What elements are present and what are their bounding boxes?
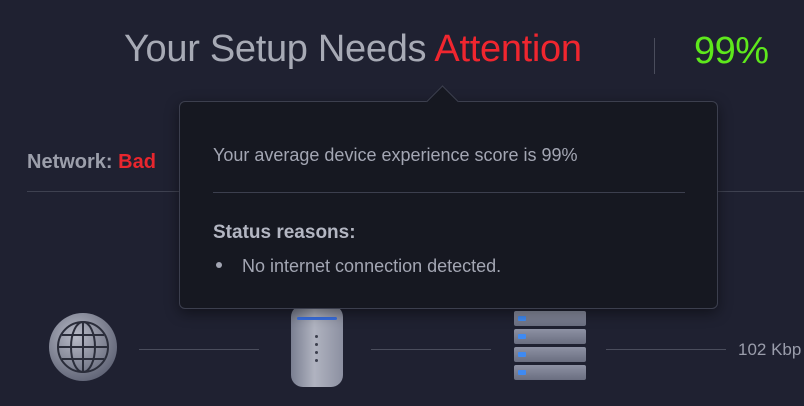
status-reason-text: No internet connection detected. [242,256,502,276]
connection-line [139,349,259,350]
tooltip-caret [426,85,459,118]
speed-label: 102 Kbp [738,340,802,359]
status-reason-item: No internet connection detected. [216,256,501,277]
router-icon[interactable] [291,305,343,387]
network-label: Network: [27,151,113,173]
network-status-value: Bad [118,151,156,173]
tooltip-score-text: Your average device experience score is … [213,145,578,165]
page-title: Your Setup Needs Attention [124,28,582,71]
status-reasons-heading: Status reasons: [213,222,356,243]
title-accent: Attention [434,28,582,70]
tooltip-divider [213,192,685,193]
server-icon[interactable] [514,311,586,383]
globe-icon[interactable] [47,311,119,383]
connection-line [606,349,726,350]
router-status-light [297,317,337,320]
experience-score[interactable]: 99% [694,30,769,73]
network-status: Network: Bad [27,151,156,174]
header-divider [654,38,655,74]
connection-line [371,349,491,350]
title-prefix: Your Setup Needs [124,28,427,70]
bullet-icon [216,262,222,269]
score-tooltip: Your average device experience score is … [179,85,718,309]
